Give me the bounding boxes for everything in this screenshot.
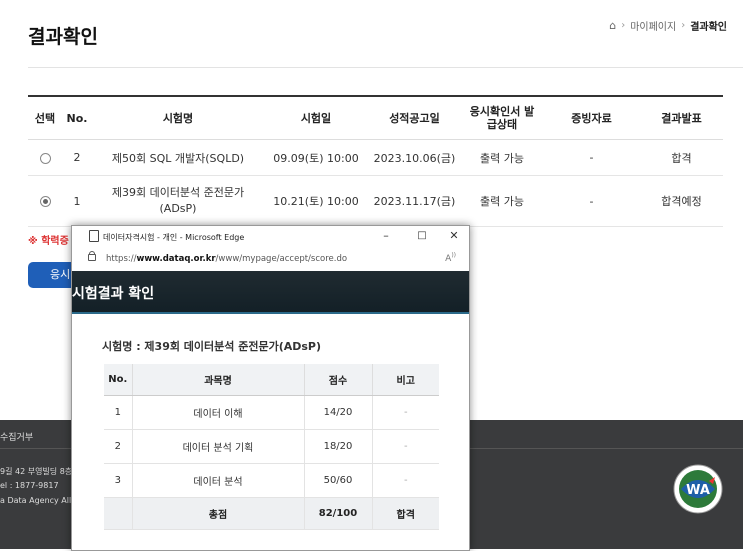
score-subject: 데이터 분석 <box>132 463 305 498</box>
col-header-date: 시험일 <box>264 95 368 140</box>
row-status: 출력 가능 <box>461 175 543 227</box>
score-note: - <box>372 429 439 464</box>
row-date: 09.09(토) 10:00 <box>264 139 368 176</box>
col-header-announce: 성적공고일 <box>368 95 461 140</box>
breadcrumb-separator: › <box>621 20 626 31</box>
total-score: 82/100 <box>304 497 373 530</box>
table-row: 2 데이터 분석 기획 18/20 - <box>104 429 439 464</box>
select-radio[interactable] <box>39 152 51 164</box>
col-header-status: 응시확인서 발급상태 <box>461 95 543 140</box>
score-subject: 데이터 이해 <box>132 395 305 430</box>
row-no: 2 <box>62 139 92 176</box>
table-row: 3 데이터 분석 50/60 - <box>104 463 439 498</box>
score-header-score: 점수 <box>304 364 373 396</box>
footer-link-refuse[interactable]: 수집거부 <box>0 430 33 443</box>
score-no: 1 <box>104 395 133 430</box>
web-accessibility-badge: WA <box>673 464 723 514</box>
row-exam: 제39회 데이터분석 준전문가(ADsP) <box>92 175 264 227</box>
score-no: 2 <box>104 429 133 464</box>
row-exam: 제50회 SQL 개발자(SQLD) <box>92 139 264 176</box>
url-text[interactable]: https://www.dataq.or.kr/www/mypage/accep… <box>106 254 347 264</box>
table-row: 1 데이터 이해 14/20 - <box>104 395 439 430</box>
footer-address: 9길 42 부영빌딩 8층 <box>0 467 73 476</box>
score-header-no: No. <box>104 364 133 396</box>
total-label: 총점 <box>132 497 305 530</box>
row-status: 출력 가능 <box>461 139 543 176</box>
table-header-row: 선택 No. 시험명 시험일 성적공고일 응시확인서 발급상태 증빙자료 결과발… <box>28 95 723 140</box>
row-date: 10.21(토) 10:00 <box>264 175 368 227</box>
score-value: 18/20 <box>304 429 373 464</box>
score-subject: 데이터 분석 기획 <box>132 429 305 464</box>
col-header-exam: 시험명 <box>92 95 264 140</box>
minimize-button[interactable]: – <box>376 229 396 242</box>
score-popup-window[interactable]: 데이터자격시험 - 개인 - Microsoft Edge – □ ✕ http… <box>71 225 470 551</box>
score-value: 50/60 <box>304 463 373 498</box>
score-header-subject: 과목명 <box>132 364 305 396</box>
row-evidence: - <box>543 139 640 176</box>
table-row[interactable]: 1 제39회 데이터분석 준전문가(ADsP) 10.21(토) 10:00 2… <box>28 175 723 227</box>
score-value: 14/20 <box>304 395 373 430</box>
read-aloud-icon[interactable]: A)) <box>445 252 456 264</box>
row-announce: 2023.11.17(금) <box>368 175 461 227</box>
score-note: - <box>372 395 439 430</box>
row-result: 합격 <box>640 139 723 176</box>
row-result: 합격예정 <box>640 175 723 227</box>
results-table: 선택 No. 시험명 시험일 성적공고일 응시확인서 발급상태 증빙자료 결과발… <box>28 95 723 227</box>
address-bar[interactable]: https://www.dataq.or.kr/www/mypage/accep… <box>72 248 469 271</box>
page-title: 결과확인 <box>28 26 98 48</box>
row-no: 1 <box>62 175 92 227</box>
lock-icon <box>88 251 96 261</box>
select-radio[interactable] <box>39 196 51 207</box>
home-icon[interactable]: ⌂ <box>609 19 616 32</box>
breadcrumb-item-mypage[interactable]: 마이페이지 <box>630 18 676 33</box>
score-no: 3 <box>104 463 133 498</box>
breadcrumb: ⌂ › 마이페이지 › 결과확인 <box>609 18 727 33</box>
total-row: 총점 82/100 합격 <box>104 497 439 530</box>
row-evidence: - <box>543 175 640 227</box>
exam-name: 시험명 : 제39회 데이터분석 준전문가(ADsP) <box>102 340 322 353</box>
col-header-result: 결과발표 <box>640 95 723 140</box>
score-note: - <box>372 463 439 498</box>
table-row[interactable]: 2 제50회 SQL 개발자(SQLD) 09.09(토) 10:00 2023… <box>28 139 723 176</box>
score-table: No. 과목명 점수 비고 1 데이터 이해 14/20 - 2 데이터 분석 … <box>104 364 439 530</box>
page-icon <box>89 230 99 242</box>
title-divider <box>28 67 743 68</box>
window-titlebar[interactable]: 데이터자격시험 - 개인 - Microsoft Edge – □ ✕ <box>72 226 469 247</box>
window-title: 데이터자격시험 - 개인 - Microsoft Edge <box>103 233 245 242</box>
row-announce: 2023.10.06(금) <box>368 139 461 176</box>
breadcrumb-separator: › <box>681 20 686 31</box>
total-result: 합격 <box>372 497 439 530</box>
footer-copyright: a Data Agency All r <box>0 496 78 505</box>
maximize-button[interactable]: □ <box>412 230 432 241</box>
popup-header: 시험결과 확인 <box>72 271 469 314</box>
score-header-note: 비고 <box>372 364 439 396</box>
popup-title: 시험결과 확인 <box>72 286 155 302</box>
footer-tel: el : 1877-9817 <box>0 481 59 490</box>
col-header-no: No. <box>62 95 92 140</box>
breadcrumb-item-current: 결과확인 <box>690 22 727 33</box>
col-header-evidence: 증빙자료 <box>543 95 640 140</box>
close-button[interactable]: ✕ <box>444 229 464 242</box>
col-header-select: 선택 <box>28 95 62 140</box>
notice-text: ※ 학력증 <box>28 236 69 247</box>
svg-text:WA: WA <box>686 483 710 498</box>
